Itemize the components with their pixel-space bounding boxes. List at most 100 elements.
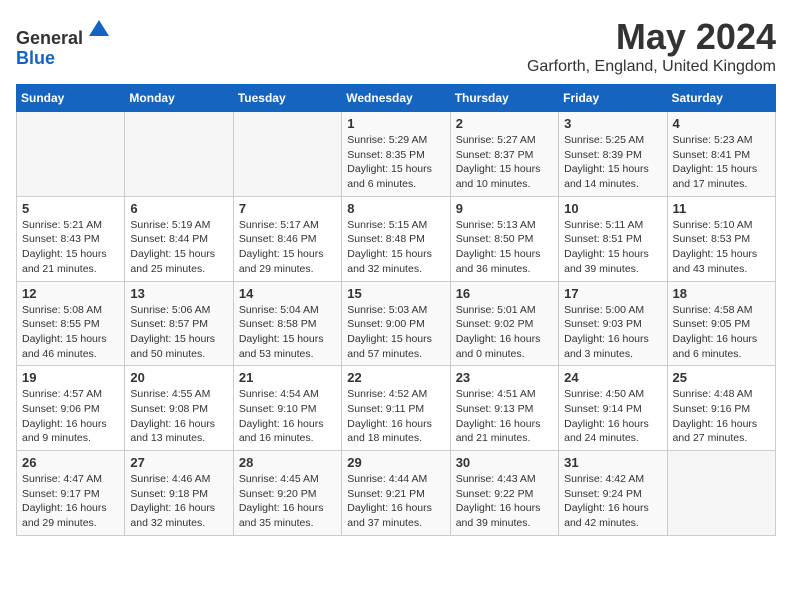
calendar-cell: [233, 112, 341, 197]
calendar-cell: 6 Sunrise: 5:19 AM Sunset: 8:44 PM Daylig…: [125, 196, 233, 281]
day-detail: Sunrise: 5:13 AM Sunset: 8:50 PM Dayligh…: [456, 218, 553, 277]
day-number: 12: [22, 286, 119, 301]
day-number: 1: [347, 116, 444, 131]
day-detail: Sunrise: 5:17 AM Sunset: 8:46 PM Dayligh…: [239, 218, 336, 277]
calendar-week: 1 Sunrise: 5:29 AM Sunset: 8:35 PM Daylig…: [17, 112, 776, 197]
calendar-cell: 12 Sunrise: 5:08 AM Sunset: 8:55 PM Dayli…: [17, 281, 125, 366]
day-detail: Sunrise: 5:08 AM Sunset: 8:55 PM Dayligh…: [22, 303, 119, 362]
day-number: 17: [564, 286, 661, 301]
day-number: 23: [456, 370, 553, 385]
calendar-table: SundayMondayTuesdayWednesdayThursdayFrid…: [16, 84, 776, 536]
day-detail: Sunrise: 5:04 AM Sunset: 8:58 PM Dayligh…: [239, 303, 336, 362]
day-number: 22: [347, 370, 444, 385]
day-number: 2: [456, 116, 553, 131]
calendar-cell: 21 Sunrise: 4:54 AM Sunset: 9:10 PM Dayli…: [233, 366, 341, 451]
day-detail: Sunrise: 4:55 AM Sunset: 9:08 PM Dayligh…: [130, 387, 227, 446]
calendar-cell: [17, 112, 125, 197]
calendar-cell: 8Sunrise: 5:15 AM Sunset: 8:48 PM Daylig…: [342, 196, 450, 281]
calendar-cell: 15 Sunrise: 5:03 AM Sunset: 9:00 PM Dayli…: [342, 281, 450, 366]
calendar-cell: 11 Sunrise: 5:10 AM Sunset: 8:53 PM Dayli…: [667, 196, 775, 281]
day-number: 5: [22, 201, 119, 216]
calendar-cell: 13Sunrise: 5:06 AM Sunset: 8:57 PM Dayli…: [125, 281, 233, 366]
calendar-cell: 19 Sunrise: 4:57 AM Sunset: 9:06 PM Dayli…: [17, 366, 125, 451]
month-title: May 2024: [527, 16, 776, 58]
day-number: 18: [673, 286, 770, 301]
day-detail: Sunrise: 4:51 AM Sunset: 9:13 PM Dayligh…: [456, 387, 553, 446]
weekday-header: Wednesday: [342, 85, 450, 112]
day-detail: Sunrise: 5:10 AM Sunset: 8:53 PM Dayligh…: [673, 218, 770, 277]
calendar-cell: 28Sunrise: 4:45 AM Sunset: 9:20 PM Dayli…: [233, 451, 341, 536]
calendar-cell: [667, 451, 775, 536]
calendar-cell: 23 Sunrise: 4:51 AM Sunset: 9:13 PM Dayli…: [450, 366, 558, 451]
day-detail: Sunrise: 5:03 AM Sunset: 9:00 PM Dayligh…: [347, 303, 444, 362]
day-detail: Sunrise: 5:21 AM Sunset: 8:43 PM Dayligh…: [22, 218, 119, 277]
day-detail: Sunrise: 4:58 AM Sunset: 9:05 PM Dayligh…: [673, 303, 770, 362]
calendar-cell: 3 Sunrise: 5:25 AM Sunset: 8:39 PM Daylig…: [559, 112, 667, 197]
day-detail: Sunrise: 4:44 AM Sunset: 9:21 PM Dayligh…: [347, 472, 444, 531]
day-detail: Sunrise: 4:47 AM Sunset: 9:17 PM Dayligh…: [22, 472, 119, 531]
day-number: 21: [239, 370, 336, 385]
calendar-header: SundayMondayTuesdayWednesdayThursdayFrid…: [17, 85, 776, 112]
day-number: 7: [239, 201, 336, 216]
day-detail: Sunrise: 4:46 AM Sunset: 9:18 PM Dayligh…: [130, 472, 227, 531]
calendar-cell: [125, 112, 233, 197]
day-number: 15: [347, 286, 444, 301]
calendar-cell: 9 Sunrise: 5:13 AM Sunset: 8:50 PM Daylig…: [450, 196, 558, 281]
calendar-cell: 24Sunrise: 4:50 AM Sunset: 9:14 PM Dayli…: [559, 366, 667, 451]
page-header: General Blue May 2024 Garforth, England,…: [16, 16, 776, 76]
logo-general: General: [16, 28, 83, 48]
day-number: 26: [22, 455, 119, 470]
day-number: 11: [673, 201, 770, 216]
day-number: 14: [239, 286, 336, 301]
day-number: 25: [673, 370, 770, 385]
calendar-week: 12 Sunrise: 5:08 AM Sunset: 8:55 PM Dayli…: [17, 281, 776, 366]
calendar-cell: 31Sunrise: 4:42 AM Sunset: 9:24 PM Dayli…: [559, 451, 667, 536]
day-number: 30: [456, 455, 553, 470]
day-detail: Sunrise: 5:23 AM Sunset: 8:41 PM Dayligh…: [673, 133, 770, 192]
day-detail: Sunrise: 5:29 AM Sunset: 8:35 PM Dayligh…: [347, 133, 444, 192]
day-detail: Sunrise: 5:19 AM Sunset: 8:44 PM Dayligh…: [130, 218, 227, 277]
weekday-header: Thursday: [450, 85, 558, 112]
calendar-cell: 20 Sunrise: 4:55 AM Sunset: 9:08 PM Dayli…: [125, 366, 233, 451]
day-number: 29: [347, 455, 444, 470]
day-number: 20: [130, 370, 227, 385]
day-detail: Sunrise: 4:52 AM Sunset: 9:11 PM Dayligh…: [347, 387, 444, 446]
weekday-header: Saturday: [667, 85, 775, 112]
calendar-cell: 30 Sunrise: 4:43 AM Sunset: 9:22 PM Dayli…: [450, 451, 558, 536]
day-detail: Sunrise: 4:54 AM Sunset: 9:10 PM Dayligh…: [239, 387, 336, 446]
calendar-week: 5 Sunrise: 5:21 AM Sunset: 8:43 PM Daylig…: [17, 196, 776, 281]
day-detail: Sunrise: 4:42 AM Sunset: 9:24 PM Dayligh…: [564, 472, 661, 531]
calendar-cell: 27 Sunrise: 4:46 AM Sunset: 9:18 PM Dayli…: [125, 451, 233, 536]
day-number: 6: [130, 201, 227, 216]
weekday-header: Sunday: [17, 85, 125, 112]
logo: General Blue: [16, 16, 113, 69]
day-number: 13: [130, 286, 227, 301]
day-number: 9: [456, 201, 553, 216]
calendar-cell: 25Sunrise: 4:48 AM Sunset: 9:16 PM Dayli…: [667, 366, 775, 451]
day-detail: Sunrise: 5:11 AM Sunset: 8:51 PM Dayligh…: [564, 218, 661, 277]
calendar-cell: 7 Sunrise: 5:17 AM Sunset: 8:46 PM Daylig…: [233, 196, 341, 281]
day-detail: Sunrise: 5:01 AM Sunset: 9:02 PM Dayligh…: [456, 303, 553, 362]
day-number: 16: [456, 286, 553, 301]
day-number: 3: [564, 116, 661, 131]
calendar-cell: 1 Sunrise: 5:29 AM Sunset: 8:35 PM Daylig…: [342, 112, 450, 197]
calendar-cell: 18 Sunrise: 4:58 AM Sunset: 9:05 PM Dayli…: [667, 281, 775, 366]
day-number: 19: [22, 370, 119, 385]
calendar-cell: 16 Sunrise: 5:01 AM Sunset: 9:02 PM Dayli…: [450, 281, 558, 366]
day-detail: Sunrise: 4:57 AM Sunset: 9:06 PM Dayligh…: [22, 387, 119, 446]
day-detail: Sunrise: 4:43 AM Sunset: 9:22 PM Dayligh…: [456, 472, 553, 531]
weekday-header: Monday: [125, 85, 233, 112]
day-detail: Sunrise: 5:25 AM Sunset: 8:39 PM Dayligh…: [564, 133, 661, 192]
day-detail: Sunrise: 4:50 AM Sunset: 9:14 PM Dayligh…: [564, 387, 661, 446]
weekday-header: Friday: [559, 85, 667, 112]
calendar-week: 26 Sunrise: 4:47 AM Sunset: 9:17 PM Dayli…: [17, 451, 776, 536]
day-detail: Sunrise: 5:27 AM Sunset: 8:37 PM Dayligh…: [456, 133, 553, 192]
calendar-cell: 22 Sunrise: 4:52 AM Sunset: 9:11 PM Dayli…: [342, 366, 450, 451]
day-number: 27: [130, 455, 227, 470]
calendar-cell: 5 Sunrise: 5:21 AM Sunset: 8:43 PM Daylig…: [17, 196, 125, 281]
title-block: May 2024 Garforth, England, United Kingd…: [527, 16, 776, 76]
day-number: 28: [239, 455, 336, 470]
calendar-cell: 17Sunrise: 5:00 AM Sunset: 9:03 PM Dayli…: [559, 281, 667, 366]
location: Garforth, England, United Kingdom: [527, 58, 776, 76]
logo-icon: [85, 16, 113, 44]
